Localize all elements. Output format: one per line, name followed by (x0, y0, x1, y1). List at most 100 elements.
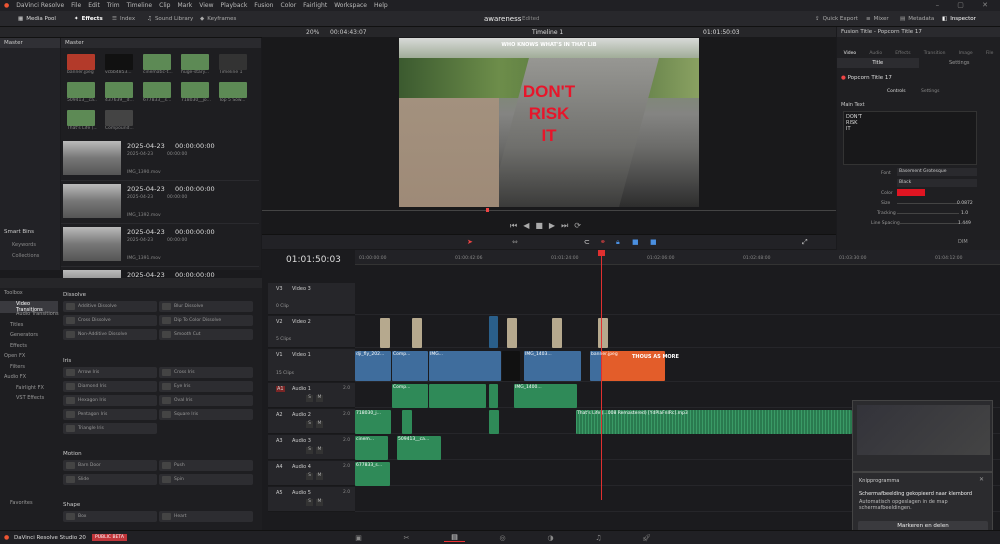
solo-button[interactable]: S (306, 447, 313, 454)
inspector-button[interactable]: ◧ Inspector (942, 14, 976, 24)
video-frame[interactable]: WHO KNOWS WHAT'S IN THAT LIB DON'T RISK … (399, 38, 699, 207)
audio-clip[interactable] (429, 384, 486, 408)
media-thumbnail[interactable]: banner.jpeg (67, 54, 97, 75)
controls-tab[interactable]: Controls (887, 89, 906, 94)
effect-item[interactable]: Box (63, 511, 157, 522)
sound-library-button[interactable]: ♫ Sound Library (147, 14, 193, 24)
mute-button[interactable]: M (316, 499, 323, 506)
effect-item[interactable]: Spin (159, 474, 253, 485)
solo-button[interactable]: S (306, 473, 313, 480)
media-thumbnail[interactable]: Compound... (105, 110, 135, 131)
collections-bin[interactable]: Collections (12, 253, 39, 259)
effect-item[interactable]: Smooth Cut (159, 329, 253, 340)
effect-item[interactable]: Push (159, 460, 253, 471)
media-list-row[interactable]: 2025-04-23 00:00:00:00 2025-04-23 00:00:00 I… (61, 225, 259, 267)
media-list-row[interactable]: 2025-04-23 00:00:00:00 2025-04-23 00:00:00 I… (61, 139, 259, 181)
track-lane[interactable] (355, 316, 1000, 348)
flag-icon[interactable]: ■ (632, 238, 639, 246)
effect-item[interactable]: Hexagon Iris (63, 395, 157, 406)
effect-item[interactable]: Pentagon Iris (63, 409, 157, 420)
effect-item[interactable]: Heart (159, 511, 253, 522)
audio-clip[interactable] (402, 410, 412, 434)
track-header[interactable]: V1 Video 1 15 Clips (268, 349, 355, 382)
menu-clip[interactable]: Clip (159, 2, 170, 9)
title-clip[interactable] (552, 318, 562, 348)
menu-timeline[interactable]: Timeline (127, 2, 153, 9)
media-page-icon[interactable]: ▣ (348, 533, 369, 542)
inspector-tab-audio[interactable]: Audio (869, 51, 882, 56)
effects-tree-item[interactable]: Audio FX (4, 374, 26, 380)
inspector-tab-file[interactable]: File (986, 51, 994, 56)
font-select[interactable]: Basement Grotesque (897, 168, 977, 176)
transport-controls[interactable]: ⏮◀■▶⏭⟳ (510, 221, 587, 231)
effect-item[interactable]: Non-Additive Dissolve (63, 329, 157, 340)
inspector-tab-video[interactable]: Video (844, 51, 857, 56)
menu-file[interactable]: File (71, 2, 81, 9)
track-header[interactable]: A5 Audio 5 2.0 S M (268, 487, 355, 512)
inspector-tab-effects[interactable]: Effects (895, 51, 910, 56)
audio-clip[interactable]: 509413__ca... (397, 436, 441, 460)
menu-mark[interactable]: Mark (177, 2, 192, 9)
audio-clip[interactable] (489, 384, 498, 408)
select-tool-icon[interactable]: ➤ (467, 238, 473, 246)
audio-clip[interactable]: 677833_s... (355, 462, 390, 486)
media-thumbnail[interactable]: Timeline 1 (219, 54, 249, 75)
window-controls[interactable]: – ▢ ✕ (936, 1, 996, 9)
effects-tree-item[interactable]: Open FX (4, 353, 25, 359)
mixer-button[interactable]: ≡ Mixer (866, 14, 889, 24)
menu-playback[interactable]: Playback (221, 2, 248, 9)
media-thumbnail[interactable]: huge-stary... (181, 54, 211, 75)
effect-item[interactable]: Square Iris (159, 409, 253, 420)
trim-tool-icon[interactable]: ⇔ (512, 238, 518, 246)
effects-tree-item[interactable]: Filters (10, 364, 25, 370)
color-swatch[interactable] (897, 189, 925, 196)
title-clip[interactable] (412, 318, 422, 348)
title-clip[interactable] (489, 316, 498, 348)
media-thumbnail[interactable]: vcbb4853... (105, 54, 135, 75)
settings-tab[interactable]: Settings (919, 58, 1000, 68)
keyframes-button[interactable]: ◆ Keyframes (200, 14, 236, 24)
track-header[interactable]: A2 Audio 2 2.0 S M (268, 409, 355, 434)
title-clip[interactable] (507, 318, 517, 348)
video-clip[interactable] (502, 351, 520, 381)
video-clip[interactable]: IMG... (429, 351, 501, 381)
quick-export-button[interactable]: ⇪ Quick Export (815, 14, 858, 24)
metadata-button[interactable]: ▤ Metadata (900, 14, 934, 24)
fullscreen-icon[interactable]: ⤢ (802, 238, 808, 247)
effects-tree-item[interactable]: Favorites (10, 500, 33, 506)
ctrl-settings-tab[interactable]: Settings (921, 89, 939, 94)
video-clip[interactable]: dji_fly_202... (355, 351, 391, 381)
cut-page-icon[interactable]: ✂ (396, 533, 417, 542)
title-clip[interactable] (598, 318, 608, 348)
inspector-tab-image[interactable]: Image (959, 51, 973, 56)
lock-icon[interactable]: 🔒︎ (616, 238, 620, 247)
index-button[interactable]: ☰ Index (112, 14, 135, 24)
effect-item[interactable]: Diamond Iris (63, 381, 157, 392)
effects-tree-item[interactable]: Effects (10, 343, 27, 349)
menu-workspace[interactable]: Workspace (334, 2, 367, 9)
media-pool-button[interactable]: ▦ Media Pool (18, 14, 56, 24)
effect-item[interactable]: Slide (63, 474, 157, 485)
deliver-page-icon[interactable]: 🚀︎ (636, 533, 657, 542)
audio-clip[interactable] (489, 410, 499, 434)
effects-tree-item[interactable]: Toolbox (4, 290, 23, 296)
media-thumbnail[interactable]: 718030__jo... (181, 82, 211, 103)
media-thumbnail[interactable]: Top 5 Sow... (219, 82, 249, 103)
effect-item[interactable]: Blur Dissolve (159, 301, 253, 312)
video-clip[interactable]: Comp... (392, 351, 428, 381)
fusion-page-icon[interactable]: ◎ (492, 533, 513, 542)
dim-button[interactable]: DIM (958, 239, 968, 245)
menu-help[interactable]: Help (374, 2, 388, 9)
master-bin[interactable]: Master (0, 38, 60, 48)
track-header[interactable]: V2 Video 2 5 Clips (268, 316, 355, 348)
color-page-icon[interactable]: ◑ (540, 533, 561, 542)
menu-color[interactable]: Color (281, 2, 297, 9)
media-thumbnail[interactable]: 509413__ca... (67, 82, 97, 103)
scrubber-bar[interactable] (262, 210, 836, 211)
mute-button[interactable]: M (316, 447, 323, 454)
zoom-level[interactable]: 20% (306, 29, 319, 36)
effect-item[interactable]: Eye Iris (159, 381, 253, 392)
audio-clip[interactable]: IMG_1400... (514, 384, 577, 408)
text-input[interactable]: DON'T RISK IT (843, 111, 977, 165)
close-icon[interactable]: ✕ (979, 476, 984, 483)
